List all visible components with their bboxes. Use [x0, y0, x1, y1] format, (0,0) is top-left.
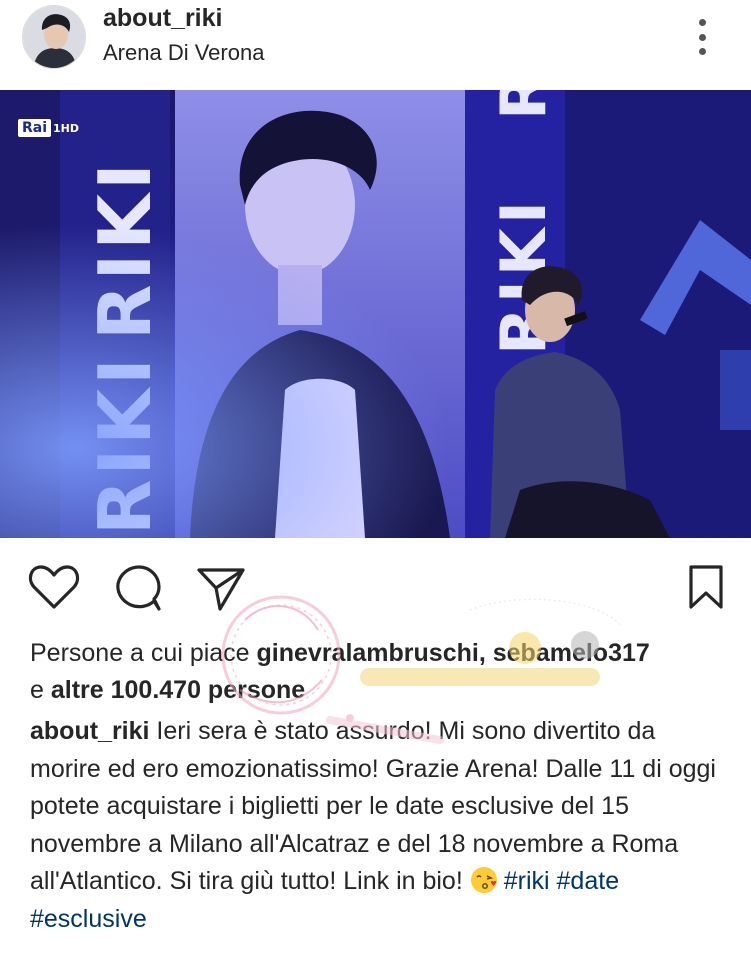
post-header: about_riki Arena Di Verona	[0, 0, 751, 90]
hashtag-link[interactable]: #riki	[504, 867, 550, 895]
liker-username[interactable]: ginevralambruschi	[257, 639, 479, 667]
broadcaster-logo: Rai 1HD	[18, 119, 79, 137]
post-photo[interactable]: RIKI RIKI RIKI RIKI R Rai 1HD	[0, 90, 751, 538]
likes-summary: Persone a cui piace ginevralambruschi, s…	[30, 635, 730, 709]
action-bar	[0, 538, 751, 628]
kissing-face-emoji	[470, 867, 497, 893]
bookmark-icon[interactable]	[688, 564, 724, 615]
hashtag-link[interactable]: #date	[557, 867, 620, 895]
likes-prefix: Persone a cui piace	[30, 639, 257, 667]
username[interactable]: about_riki	[103, 4, 222, 33]
more-vertical-icon[interactable]	[688, 15, 716, 59]
likes-others-link[interactable]: altre 100.470 persone	[51, 676, 305, 704]
comment-icon[interactable]	[114, 563, 164, 618]
likes-separator: ,	[478, 639, 493, 667]
heart-icon[interactable]	[28, 564, 80, 615]
likes-line2-prefix: e	[30, 676, 51, 704]
location-link[interactable]: Arena Di Verona	[103, 40, 264, 66]
avatar[interactable]	[22, 5, 86, 69]
hashtag-link[interactable]: #esclusive	[30, 905, 147, 933]
post-caption: about_riki Ieri sera è stato assurdo! Mi…	[30, 713, 730, 938]
liker-username[interactable]: sebamelo317	[493, 639, 650, 667]
caption-username[interactable]: about_riki	[30, 717, 149, 745]
paper-plane-icon[interactable]	[196, 566, 246, 617]
